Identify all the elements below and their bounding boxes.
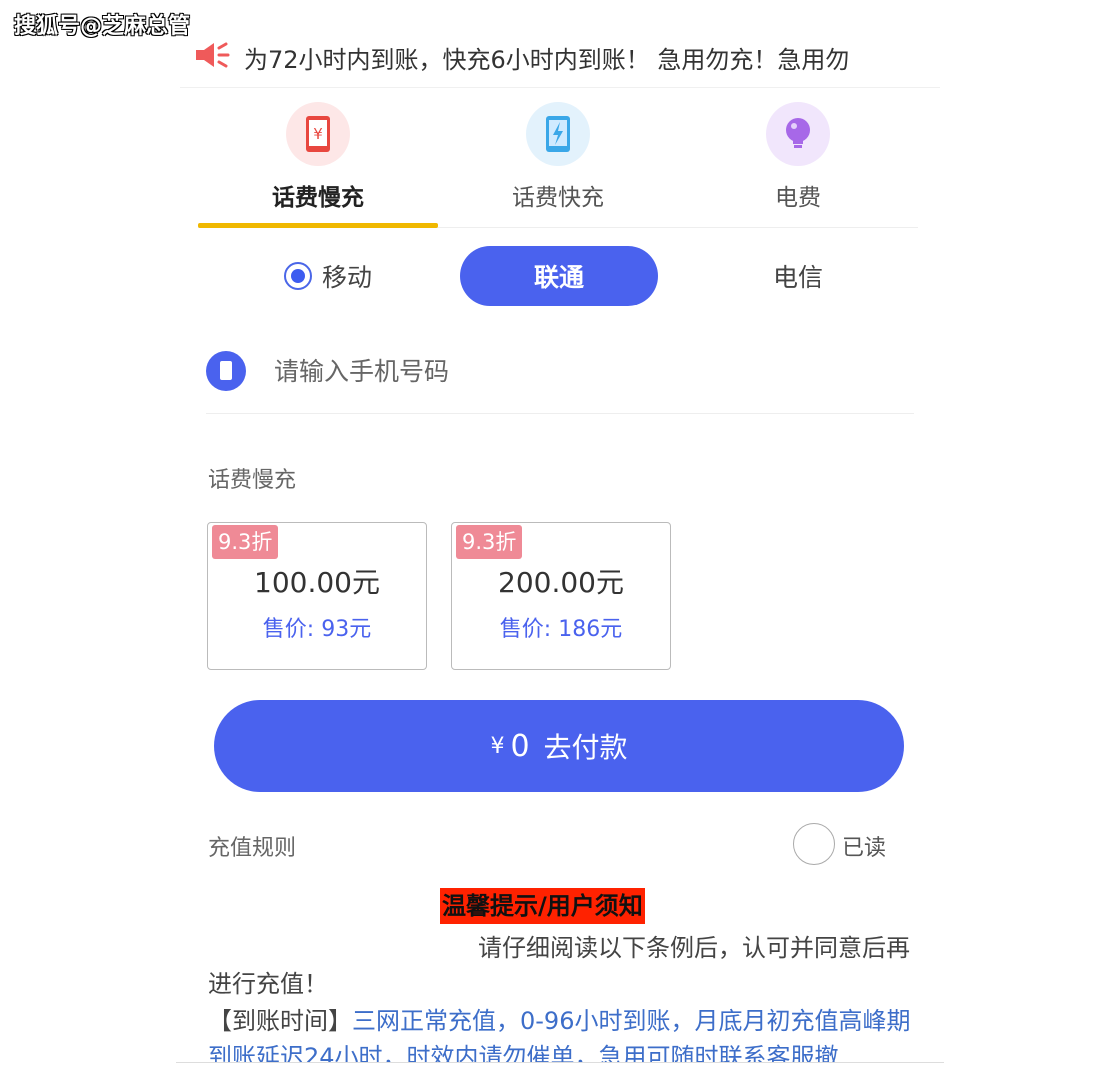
arrival-time-paragraph: 【到账时间】三网正常充值，0-96小时到账，月底月初充值高峰期到账延迟24小时，… [208, 1003, 914, 1063]
sale-price: 售价: 186元 [499, 617, 623, 642]
carrier-unicom[interactable]: 联通 [460, 246, 658, 306]
sale-price: 售价: 93元 [262, 617, 372, 642]
pay-button[interactable]: ¥ 0 去付款 [214, 700, 904, 792]
section-title: 话费慢充 [208, 468, 297, 493]
carrier-selector: 移动 联通 电信 [198, 240, 918, 312]
tab-label: 话费快充 [512, 185, 604, 211]
phone-number-row [206, 336, 914, 414]
tab-fast-charge[interactable]: 话费快充 [438, 92, 678, 228]
arrival-time-heading: 【到账时间】 [208, 1007, 352, 1035]
face-value: 200.00元 [498, 566, 624, 599]
tab-electricity[interactable]: 电费 [678, 92, 918, 228]
face-value: 100.00元 [254, 566, 380, 599]
read-label: 已读 [842, 836, 887, 861]
radio-icon [283, 262, 312, 290]
pay-amount: 0 [510, 728, 530, 764]
notice-text: 为72小时内到账，快充6小时内到账！ 急用勿充！急用勿 [244, 46, 850, 74]
phone-icon [206, 351, 246, 391]
currency-symbol: ¥ [490, 733, 505, 759]
recharge-rules-link[interactable]: 充值规则 [208, 830, 296, 862]
speaker-icon [196, 42, 230, 68]
tips-paragraph: 请仔细阅读以下条例后，认可并同意后再进行充值！ [208, 934, 910, 998]
carrier-telecom[interactable]: 电信 [738, 246, 858, 306]
tab-label: 电费 [775, 185, 821, 211]
carrier-label: 联通 [533, 263, 584, 292]
watermark-text: 搜狐号@芝麻总管 [14, 14, 191, 39]
carrier-mobile[interactable]: 移动 [258, 246, 398, 306]
carrier-label: 移动 [321, 263, 372, 292]
tab-active-indicator [198, 223, 438, 228]
amount-card-100[interactable]: 9.3折 100.00元 售价: 93元 [207, 522, 427, 670]
carrier-label: 电信 [772, 263, 823, 292]
discount-badge: 9.3折 [456, 525, 523, 559]
phone-yuan-icon: ¥ [286, 102, 350, 166]
pay-label: 去付款 [543, 731, 628, 764]
category-tabs: ¥ 话费慢充 话费快充 电费 [198, 92, 918, 228]
tab-label: 话费慢充 [272, 185, 364, 211]
divider [176, 1062, 944, 1063]
svg-text:¥: ¥ [313, 125, 323, 143]
read-checkbox[interactable] [793, 823, 835, 865]
lightbulb-icon [766, 102, 830, 166]
phone-lightning-icon [526, 102, 590, 166]
discount-badge: 9.3折 [212, 525, 279, 559]
tips-title: 温馨提示/用户须知 [440, 888, 645, 924]
phone-number-input[interactable] [274, 348, 894, 394]
notice-bar: 为72小时内到账，快充6小时内到账！ 急用勿充！急用勿 [180, 30, 940, 88]
amount-card-200[interactable]: 9.3折 200.00元 售价: 186元 [451, 522, 671, 670]
tab-slow-charge[interactable]: ¥ 话费慢充 [198, 92, 438, 228]
